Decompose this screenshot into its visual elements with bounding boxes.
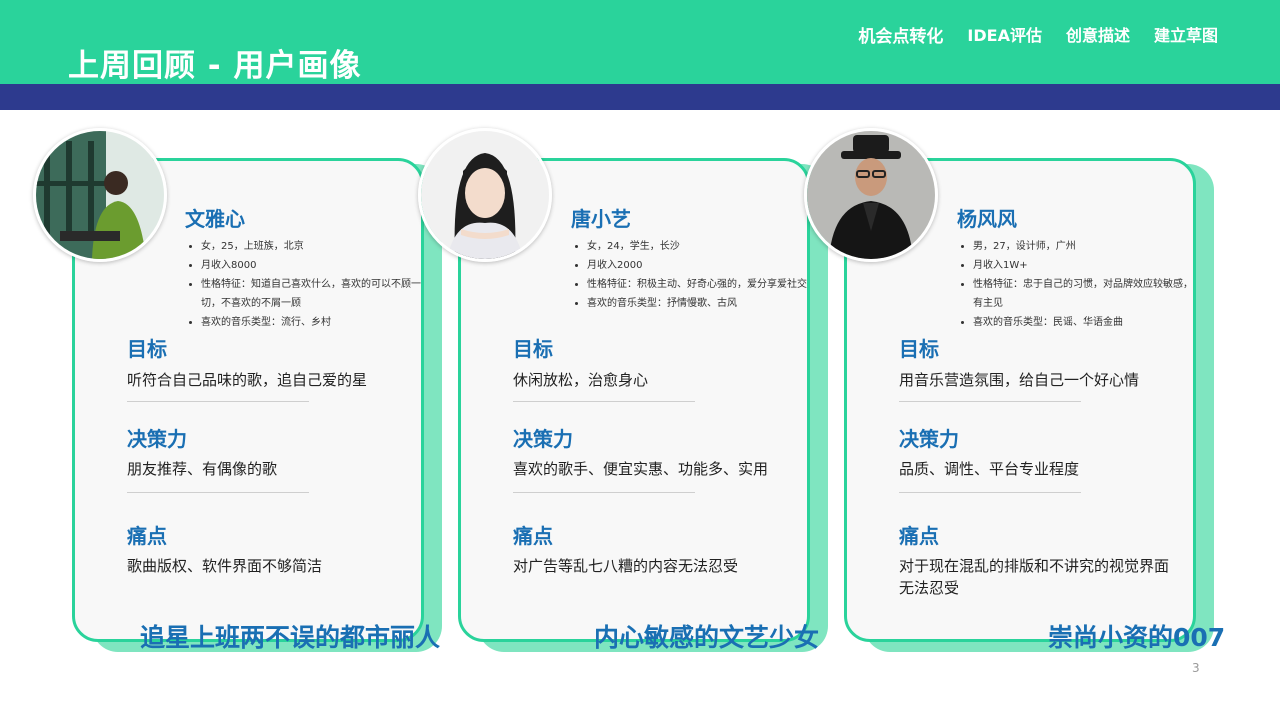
bullet-income: 月收入8000 xyxy=(201,256,429,275)
bullet-personality: 性格特征：知道自己喜欢什么，喜欢的可以不顾一切，不喜欢的不屑一顾 xyxy=(201,275,429,313)
avatar-photo-1 xyxy=(33,128,167,262)
goal-text: 休闲放松，治愈身心 xyxy=(513,371,649,389)
goal-text: 听符合自己品味的歌，追自己爱的星 xyxy=(127,371,368,389)
bullet-income: 月收入2000 xyxy=(587,256,815,275)
nav-item-opportunity[interactable]: 机会点转化 xyxy=(858,22,943,47)
pain-heading: 痛点 xyxy=(899,524,939,548)
goal-text: 用音乐营造氛围，给自己一个好心情 xyxy=(899,371,1140,389)
persona-tagline-1: 追星上班两不误的都市丽人 xyxy=(140,623,441,652)
bullet-income: 月收入1W+ xyxy=(973,256,1201,275)
persona-tagline-3: 崇尚小资的007 xyxy=(1048,623,1226,652)
bullet-basic: 女，25，上班族，北京 xyxy=(201,237,429,256)
nav-item-idea-desc[interactable]: 创意描述 xyxy=(1066,22,1130,47)
decision-heading: 决策力 xyxy=(899,427,959,451)
goal-heading: 目标 xyxy=(899,337,939,361)
decision-text: 品质、调性、平台专业程度 xyxy=(899,460,1080,478)
decision-text: 朋友推荐、有偶像的歌 xyxy=(127,460,278,478)
bullet-personality: 性格特征：忠于自己的习惯，对品牌效应较敏感，有主见 xyxy=(973,275,1201,313)
header-band xyxy=(0,84,1280,110)
persona-bullets: 女，24，学生，长沙 月收入2000 性格特征：积极主动、好奇心强的，爱分享爱社… xyxy=(571,237,815,313)
pain-text: 对于现在混乱的排版和不讲究的视觉界面无法忍受 xyxy=(899,557,1170,597)
bullet-personality: 性格特征：积极主动、好奇心强的，爱分享爱社交 xyxy=(587,275,815,294)
bullet-basic: 男，27，设计师，广州 xyxy=(973,237,1201,256)
divider xyxy=(127,492,309,493)
pain-heading: 痛点 xyxy=(127,524,167,548)
goal-heading: 目标 xyxy=(127,337,167,361)
avatar-photo-2 xyxy=(418,128,552,262)
persona-name: 杨风风 xyxy=(957,207,1017,231)
decision-heading: 决策力 xyxy=(127,427,187,451)
header-bar: 上周回顾 - 用户画像 机会点转化 IDEA评估 创意描述 建立草图 xyxy=(0,0,1280,84)
page-number: 3 xyxy=(1192,661,1200,675)
persona-name: 唐小艺 xyxy=(571,207,631,231)
pain-heading: 痛点 xyxy=(513,524,553,548)
decision-text: 喜欢的歌手、便宜实惠、功能多、实用 xyxy=(513,460,769,478)
divider xyxy=(127,401,309,402)
page-title: 上周回顾 - 用户画像 xyxy=(68,48,362,84)
divider xyxy=(513,492,695,493)
divider xyxy=(899,492,1081,493)
goal-heading: 目标 xyxy=(513,337,553,361)
bullet-music: 喜欢的音乐类型：流行、乡村 xyxy=(201,313,429,332)
avatar-photo-3 xyxy=(804,128,938,262)
pain-text: 对广告等乱七八糟的内容无法忍受 xyxy=(513,557,739,575)
nav-item-sketch[interactable]: 建立草图 xyxy=(1154,22,1218,47)
persona-bullets: 男，27，设计师，广州 月收入1W+ 性格特征：忠于自己的习惯，对品牌效应较敏感… xyxy=(957,237,1201,332)
bullet-basic: 女，24，学生，长沙 xyxy=(587,237,815,256)
nav-item-idea-eval[interactable]: IDEA评估 xyxy=(967,22,1042,47)
bullet-music: 喜欢的音乐类型：抒情慢歌、古风 xyxy=(587,294,815,313)
pain-text: 歌曲版权、软件界面不够简洁 xyxy=(127,557,323,575)
persona-bullets: 女，25，上班族，北京 月收入8000 性格特征：知道自己喜欢什么，喜欢的可以不… xyxy=(185,237,429,332)
top-nav: 机会点转化 IDEA评估 创意描述 建立草图 xyxy=(858,22,1218,47)
divider xyxy=(513,401,695,402)
bullet-music: 喜欢的音乐类型：民谣、华语金曲 xyxy=(973,313,1201,332)
decision-heading: 决策力 xyxy=(513,427,573,451)
divider xyxy=(899,401,1081,402)
persona-tagline-2: 内心敏感的文艺少女 xyxy=(594,623,820,652)
persona-name: 文雅心 xyxy=(185,207,245,231)
